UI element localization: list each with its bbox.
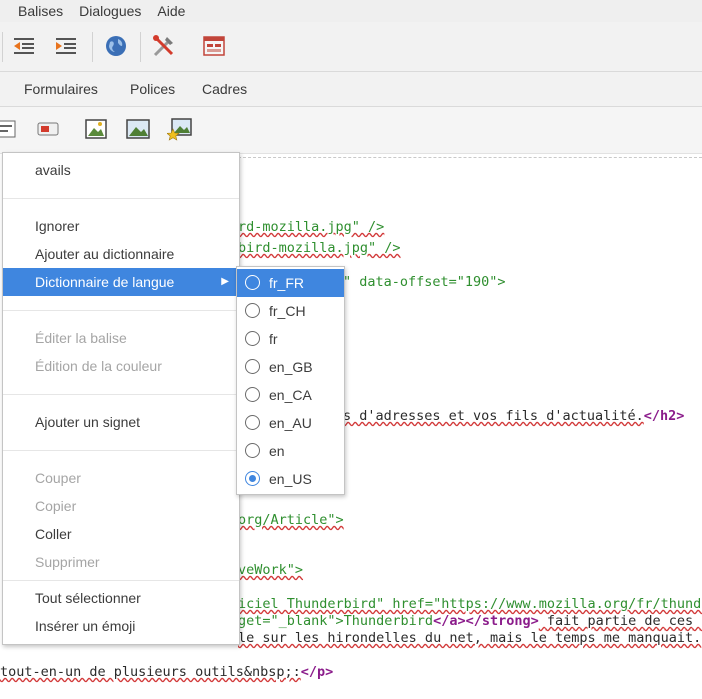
code-line: org/Article">	[238, 512, 344, 528]
menu-item-ignorer[interactable]: Ignorer	[3, 212, 239, 240]
menu-item-dictionnaire-langue[interactable]: Dictionnaire de langue ▶	[3, 268, 239, 296]
code-line-text: get="_blank">Thunderbird	[238, 613, 434, 629]
menu-separator	[3, 310, 239, 311]
form-icon[interactable]	[0, 115, 20, 143]
radio-icon	[245, 443, 260, 458]
code-line-text: fait partie de ces a	[538, 613, 702, 629]
language-submenu: fr_FR fr_CH fr en_GB en_CA en_AU en en_U…	[236, 266, 345, 495]
code-line-text: org/Article">	[238, 512, 344, 528]
radio-icon	[245, 303, 260, 318]
menu-item-coller[interactable]: Coller	[3, 520, 239, 548]
code-line-text: " data-offset="190">	[343, 274, 506, 290]
image-landscape-icon[interactable]	[124, 115, 152, 143]
toolbar-separator	[2, 32, 3, 62]
lang-label: fr	[269, 331, 278, 347]
menu-item-copier: Copier	[35, 498, 77, 514]
menu-item-edition-couleur: Édition de la couleur	[35, 358, 162, 374]
image-icon[interactable]	[82, 115, 110, 143]
lang-label: en	[269, 443, 285, 459]
menu-balises[interactable]: Balises	[0, 0, 71, 22]
code-line-text: veWork">	[238, 562, 304, 578]
lang-label: en_US	[269, 471, 312, 487]
menu-item-supprimer: Supprimer	[35, 554, 100, 570]
code-line: s d'adresses et vos fils d'actualité.</h…	[343, 408, 684, 424]
radio-checked-icon	[245, 471, 260, 486]
window-icon[interactable]	[200, 32, 228, 60]
lang-label: en_CA	[269, 387, 312, 403]
menu-bar: Balises Dialogues Aide	[0, 0, 702, 22]
menu-dialogues[interactable]: Dialogues	[71, 0, 149, 22]
lang-option-en-ca[interactable]: en_CA	[237, 381, 344, 409]
code-line: veWork">	[238, 562, 303, 578]
lang-label: fr_CH	[269, 303, 306, 319]
tab-polices[interactable]: Polices	[130, 72, 175, 106]
globe-icon[interactable]	[102, 32, 130, 60]
code-line: le sur les hirondelles du net, mais le t…	[238, 630, 701, 646]
code-line-text: tout-en-un de plusieurs outils&nbsp;:	[0, 664, 301, 680]
code-line-text: iciel Thunderbird" href="https://www.moz…	[238, 596, 702, 612]
radio-icon	[245, 387, 260, 402]
radio-icon	[245, 275, 260, 290]
menu-item-ajouter-dictionnaire[interactable]: Ajouter au dictionnaire	[3, 240, 239, 268]
code-line: rd-mozilla.jpg" />	[238, 219, 384, 235]
code-line: iciel Thunderbird" href="https://www.moz…	[238, 596, 702, 612]
lang-option-fr-ch[interactable]: fr_CH	[237, 297, 344, 325]
lang-option-en-gb[interactable]: en_GB	[237, 353, 344, 381]
code-line-text: rd-mozilla.jpg" />	[238, 219, 385, 235]
lang-label: en_AU	[269, 415, 312, 431]
lang-option-fr-fr[interactable]: fr_FR	[237, 269, 344, 297]
code-line-text: bird-mozilla.jpg" />	[238, 240, 401, 256]
menu-item-ajouter-signet[interactable]: Ajouter un signet	[3, 408, 239, 436]
menu-aide[interactable]: Aide	[149, 0, 193, 22]
code-line: " data-offset="190">	[343, 274, 506, 290]
button-icon[interactable]	[34, 115, 62, 143]
tools-icon[interactable]	[150, 32, 178, 60]
code-line-text: s d'adresses et vos fils d'actualité.	[343, 408, 644, 424]
chevron-right-icon: ▶	[221, 276, 229, 287]
icon-toolbar	[0, 107, 702, 154]
tab-cadres[interactable]: Cadres	[202, 72, 247, 106]
lang-option-en[interactable]: en	[237, 437, 344, 465]
radio-icon	[245, 415, 260, 430]
outdent-icon[interactable]	[10, 32, 38, 60]
menu-separator	[3, 580, 239, 581]
menu-separator	[3, 198, 239, 199]
code-line-text: le sur les hirondelles du net, mais le t…	[238, 630, 702, 646]
editor-divider	[238, 157, 702, 158]
toolbar-separator	[140, 32, 141, 62]
menu-item-editer-balise: Éditer la balise	[35, 330, 127, 346]
menu-separator	[3, 450, 239, 451]
radio-icon	[245, 359, 260, 374]
indent-icon[interactable]	[52, 32, 80, 60]
code-line-tag: </h2>	[643, 408, 685, 424]
menu-separator	[3, 394, 239, 395]
menu-item-avails[interactable]: avails	[3, 156, 239, 184]
lang-option-fr[interactable]: fr	[237, 325, 344, 353]
main-toolbar	[0, 22, 702, 72]
menu-item-inserer-emoji[interactable]: Insérer un émoji	[3, 612, 239, 640]
tab-formulaires[interactable]: Formulaires	[24, 72, 98, 106]
menu-item-couper: Couper	[35, 470, 81, 486]
lang-label: fr_FR	[269, 275, 304, 291]
lang-option-en-au[interactable]: en_AU	[237, 409, 344, 437]
lang-option-en-us[interactable]: en_US	[237, 465, 344, 493]
lang-label: en_GB	[269, 359, 313, 375]
menu-item-tout-selectionner[interactable]: Tout sélectionner	[3, 584, 239, 612]
tab-toolbar: Formulaires Polices Cadres	[0, 72, 702, 107]
code-line-tag: </a></strong>	[433, 613, 539, 629]
menu-item-label: Dictionnaire de langue	[35, 274, 175, 290]
code-line: tout-en-un de plusieurs outils&nbsp;:</p…	[0, 664, 333, 680]
radio-icon	[245, 331, 260, 346]
context-menu: avails Ignorer Ajouter au dictionnaire D…	[2, 152, 240, 645]
code-line: bird-mozilla.jpg" />	[238, 240, 401, 256]
toolbar-separator	[92, 32, 93, 62]
code-line-tag: </p>	[300, 664, 334, 680]
code-line: get="_blank">Thunderbird</a></strong> fa…	[238, 613, 702, 629]
image-star-icon[interactable]	[166, 115, 194, 143]
